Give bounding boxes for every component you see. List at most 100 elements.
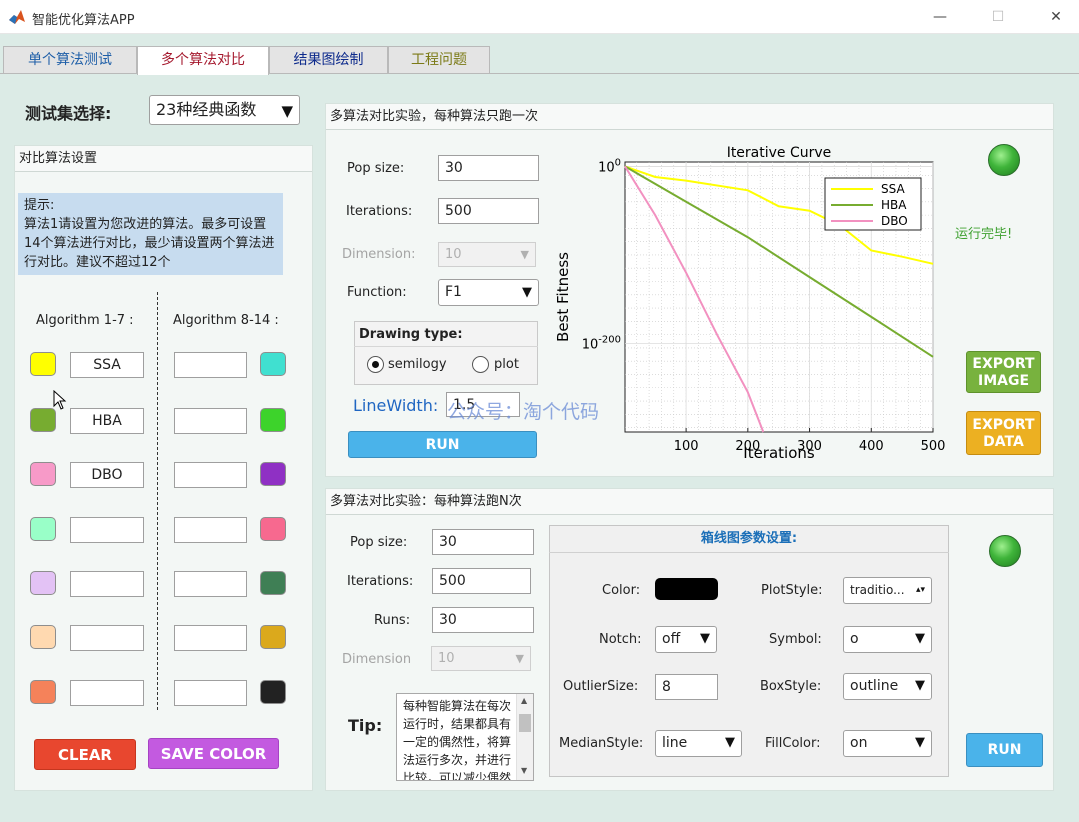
color-swatch-10[interactable] xyxy=(260,462,286,486)
boxstyle-select[interactable]: outline ▼ xyxy=(843,673,932,700)
symbol-select[interactable]: o ▼ xyxy=(843,626,932,653)
color-swatch-14[interactable] xyxy=(260,680,286,704)
color-swatch-7[interactable] xyxy=(30,680,56,704)
multi-run-button[interactable]: RUN xyxy=(966,733,1043,767)
run-button[interactable]: RUN xyxy=(348,431,537,458)
algorithm-6-input[interactable] xyxy=(70,625,144,651)
outlier-size-input[interactable]: 8 xyxy=(655,674,718,700)
chevron-down-icon: ▼ xyxy=(915,678,925,693)
semilogy-label: semilogy xyxy=(388,357,447,372)
color-swatch-13[interactable] xyxy=(260,625,286,649)
algorithm-1-input[interactable]: SSA xyxy=(70,352,144,378)
fillcolor-value: on xyxy=(850,735,868,751)
color-swatch-2[interactable] xyxy=(30,408,56,432)
scroll-down-icon[interactable]: ▼ xyxy=(521,766,527,775)
algorithm-14-input[interactable] xyxy=(174,680,247,706)
algorithm-3-input[interactable]: DBO xyxy=(70,462,144,488)
color-swatch-11[interactable] xyxy=(260,517,286,541)
clear-button[interactable]: CLEAR xyxy=(34,739,136,770)
x-tick-label: 400 xyxy=(859,439,884,454)
multi-status-lamp-icon xyxy=(989,535,1021,567)
tab-result-plot[interactable]: 结果图绘制 xyxy=(269,46,388,74)
multi-dimension-select: 10 ▼ xyxy=(431,646,531,671)
tip-box: 提示: 算法1请设置为您改进的算法。最多可设置14个算法进行对比，最少请设置两个… xyxy=(18,193,283,275)
minimize-button[interactable]: — xyxy=(928,6,952,28)
color-swatch-8[interactable] xyxy=(260,352,286,376)
tip-scrollbar[interactable]: ▲ ▼ xyxy=(516,694,533,780)
status-lamp-icon xyxy=(988,144,1020,176)
panel-title: 对比算法设置 xyxy=(15,146,312,172)
algorithm-2-input[interactable]: HBA xyxy=(70,408,144,434)
color-swatch-5[interactable] xyxy=(30,571,56,595)
tab-bar: 单个算法测试 多个算法对比 结果图绘制 工程问题 xyxy=(0,46,1079,75)
algorithm-7-input[interactable] xyxy=(70,680,144,706)
function-select[interactable]: F1 ▼ xyxy=(438,279,539,306)
export-image-button[interactable]: EXPORT IMAGE xyxy=(966,351,1041,393)
scroll-up-icon[interactable]: ▲ xyxy=(521,696,527,705)
semilogy-radio[interactable] xyxy=(367,356,384,373)
algorithm-10-input[interactable] xyxy=(174,462,247,488)
plotstyle-label: PlotStyle: xyxy=(761,583,823,598)
x-tick-label: 100 xyxy=(674,439,699,454)
color-swatch-6[interactable] xyxy=(30,625,56,649)
color-swatch-9[interactable] xyxy=(260,408,286,432)
chart-title: Iterative Curve xyxy=(727,145,832,161)
close-button[interactable]: ✕ xyxy=(1044,6,1068,28)
chevron-down-icon: ▼ xyxy=(725,735,735,750)
radio-dot xyxy=(372,361,379,368)
fillcolor-label: FillColor: xyxy=(765,736,821,751)
median-style-select[interactable]: line ▼ xyxy=(655,730,742,757)
tab-label: 多个算法对比 xyxy=(161,52,245,68)
plotstyle-select[interactable]: traditio... ▴▾ xyxy=(843,577,932,604)
multi-pop-size-input[interactable]: 30 xyxy=(432,529,534,555)
algorithm-9-input[interactable] xyxy=(174,408,247,434)
plot-radio[interactable] xyxy=(472,356,489,373)
col1-label: Algorithm 1-7 : xyxy=(36,313,134,328)
color-swatch-3[interactable] xyxy=(30,462,56,486)
dimension-select: 10 ▼ xyxy=(438,242,536,267)
multi-iterations-input[interactable]: 500 xyxy=(432,568,531,594)
iterations-input[interactable]: 500 xyxy=(438,198,539,224)
chevron-down-icon: ▼ xyxy=(515,652,524,665)
color-swatch-12[interactable] xyxy=(260,571,286,595)
box-color-swatch[interactable] xyxy=(655,578,718,600)
color-swatch-1[interactable] xyxy=(30,352,56,376)
y-tick-label: 100 xyxy=(598,157,621,175)
iterative-curve-chart: 100 200 300 400 50010010-200 Iterative Curve… xyxy=(554,145,945,462)
runs-input[interactable]: 30 xyxy=(432,607,534,633)
multi-iterations-label: Iterations: xyxy=(347,574,414,589)
pop-size-input[interactable]: 30 xyxy=(438,155,539,181)
plot-label: plot xyxy=(494,357,519,372)
function-value: F1 xyxy=(445,284,462,300)
tab-multi-compare[interactable]: 多个算法对比 xyxy=(137,46,269,75)
export-data-button[interactable]: EXPORT DATA xyxy=(966,411,1041,455)
matlab-icon xyxy=(8,8,26,26)
fillcolor-select[interactable]: on ▼ xyxy=(843,730,932,757)
function-label: Function: xyxy=(347,285,407,300)
symbol-label: Symbol: xyxy=(769,632,822,647)
algorithm-8-input[interactable] xyxy=(174,352,247,378)
scrollbar-thumb[interactable] xyxy=(519,714,531,732)
algorithm-12-input[interactable] xyxy=(174,571,247,597)
tip-textarea[interactable]: 每种智能算法在每次运行时，结果都具有一定的偶然性，将算法运行多次，并进行比较，可… xyxy=(396,693,534,781)
color-label: Color: xyxy=(602,583,641,598)
color-swatch-4[interactable] xyxy=(30,517,56,541)
boxplot-settings-title: 箱线图参数设置: xyxy=(549,525,949,553)
algorithm-5-input[interactable] xyxy=(70,571,144,597)
tab-single-test[interactable]: 单个算法测试 xyxy=(3,46,137,74)
window-title: 智能优化算法APP xyxy=(32,13,135,28)
notch-select[interactable]: off ▼ xyxy=(655,626,717,653)
testset-select[interactable]: 23种经典函数 ▼ xyxy=(149,95,300,125)
panel-title: 多算法对比实验，每种算法只跑一次 xyxy=(326,104,1053,130)
tab-engineering[interactable]: 工程问题 xyxy=(388,46,490,74)
chevron-down-icon: ▼ xyxy=(520,248,529,261)
save-color-button[interactable]: SAVE COLOR xyxy=(148,738,279,769)
algorithm-4-input[interactable] xyxy=(70,517,144,543)
algorithm-13-input[interactable] xyxy=(174,625,247,651)
maximize-button[interactable]: ☐ xyxy=(986,6,1010,28)
median-style-value: line xyxy=(662,735,688,751)
median-style-label: MedianStyle: xyxy=(559,736,644,751)
mouse-cursor-icon xyxy=(53,390,67,410)
algorithm-11-input[interactable] xyxy=(174,517,247,543)
multi-pop-size-label: Pop size: xyxy=(350,535,408,550)
